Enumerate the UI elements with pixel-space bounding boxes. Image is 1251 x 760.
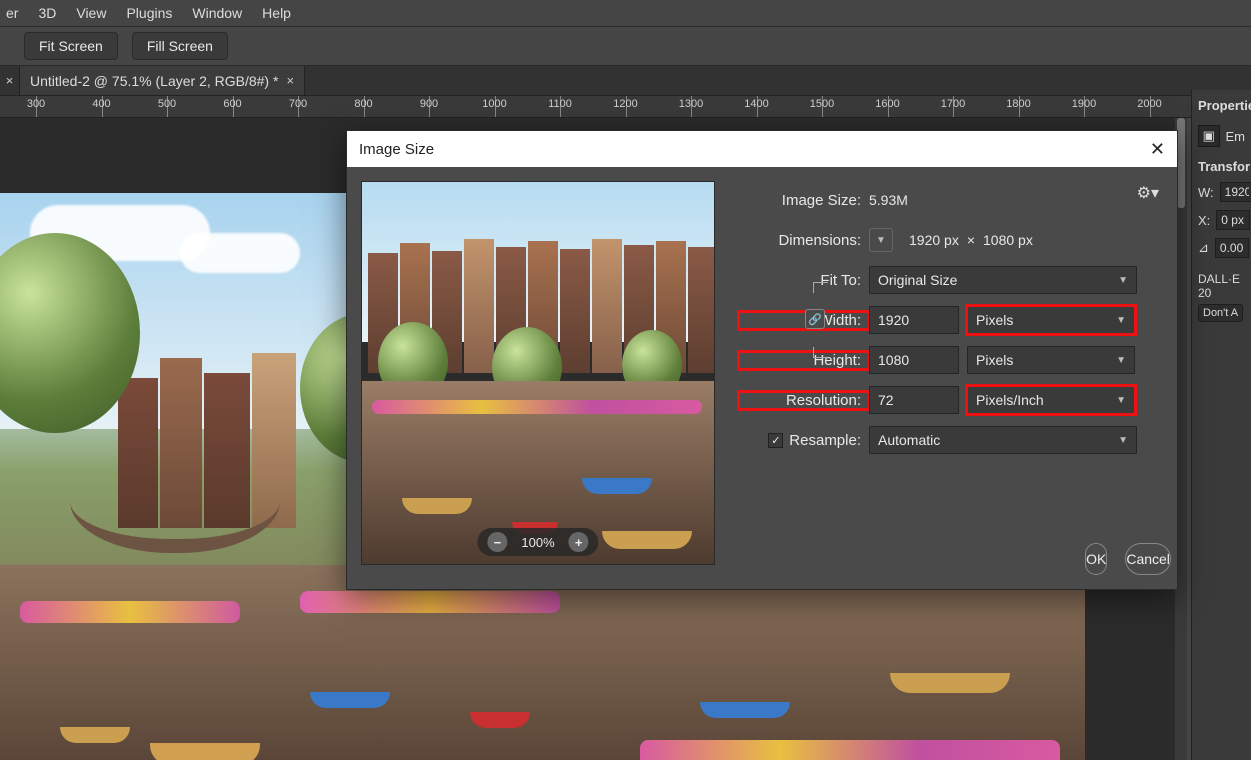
ruler-tick-label: 1300 — [679, 98, 703, 110]
document-tab[interactable]: Untitled-2 @ 75.1% (Layer 2, RGB/8#) * × — [20, 66, 305, 95]
fill-screen-button[interactable]: Fill Screen — [132, 32, 228, 60]
ruler-tick-label: 1500 — [810, 98, 834, 110]
close-icon: × — [6, 73, 14, 88]
menu-item[interactable]: er — [6, 5, 18, 21]
chevron-down-icon: ▼ — [1116, 395, 1126, 406]
dialog-title-text: Image Size — [359, 141, 434, 158]
layer-name-label: DALL·E 20 — [1198, 272, 1245, 300]
chevron-down-icon: ▼ — [1118, 435, 1128, 446]
close-icon[interactable]: ✕ — [1150, 139, 1165, 160]
angle-input[interactable] — [1215, 238, 1249, 258]
options-bar: Fit Screen Fill Screen — [0, 26, 1251, 66]
fit-to-select[interactable]: Original Size ▼ — [869, 266, 1137, 294]
menu-item-help[interactable]: Help — [262, 5, 291, 21]
resample-checkbox[interactable]: ✓ — [768, 433, 783, 448]
close-icon[interactable]: × — [286, 73, 294, 88]
scrollbar-thumb[interactable] — [1177, 118, 1185, 208]
x-input[interactable] — [1216, 210, 1250, 230]
height-input[interactable] — [869, 346, 959, 374]
image-size-form: ⚙▾ Image Size: 5.93M Dimensions: ▼ 1920 … — [729, 167, 1177, 589]
ruler-tick-label: 1700 — [941, 98, 965, 110]
ruler-tick-label: 2000 — [1137, 98, 1161, 110]
menu-item-view[interactable]: View — [76, 5, 106, 21]
document-tabs: × Untitled-2 @ 75.1% (Layer 2, RGB/8#) *… — [0, 66, 1251, 96]
dimensions-height: 1080 px — [983, 232, 1033, 248]
ruler-tick-label: 1000 — [482, 98, 506, 110]
height-unit-value: Pixels — [976, 352, 1013, 368]
gear-icon[interactable]: ⚙▾ — [1137, 183, 1159, 203]
resolution-unit-value: Pixels/Inch — [976, 392, 1044, 408]
chevron-down-icon: ▼ — [876, 235, 886, 246]
width-label: W: — [1198, 185, 1214, 200]
chevron-down-icon: ▼ — [1116, 355, 1126, 366]
prev-tab-close[interactable]: × — [0, 66, 20, 95]
menu-item-window[interactable]: Window — [192, 5, 242, 21]
cancel-button[interactable]: Cancel — [1125, 543, 1171, 575]
ruler-tick-label: 1900 — [1072, 98, 1096, 110]
ruler-tick-label: 900 — [420, 98, 438, 110]
angle-icon: ⊿ — [1198, 240, 1209, 256]
resample-value: Automatic — [878, 432, 940, 448]
zoom-level: 100% — [521, 535, 554, 550]
zoom-out-button[interactable]: − — [487, 532, 507, 552]
dimensions-label: Dimensions: — [739, 232, 869, 249]
ruler-tick-label: 1200 — [613, 98, 637, 110]
properties-panel: Propertie ▣ Em Transfor W: X: ⊿ DALL·E 2… — [1191, 90, 1251, 760]
resolution-input[interactable] — [869, 386, 959, 414]
chevron-down-icon: ▼ — [1118, 275, 1128, 286]
ruler-tick-label: 1600 — [875, 98, 899, 110]
ruler-tick-label: 500 — [158, 98, 176, 110]
properties-title: Propertie — [1198, 98, 1245, 113]
ruler-tick-label: 1800 — [1006, 98, 1030, 110]
embed-icon: ▣ — [1198, 125, 1220, 147]
resolution-label: Resolution: — [739, 392, 869, 409]
preview-thumbnail[interactable]: − 100% + — [361, 181, 715, 565]
ruler-tick-label: 300 — [27, 98, 45, 110]
ok-button[interactable]: OK — [1085, 543, 1107, 575]
width-unit-select[interactable]: Pixels ▼ — [967, 306, 1135, 334]
width-label: Width: — [739, 312, 869, 329]
menu-bar: er 3D View Plugins Window Help — [0, 0, 1251, 26]
fit-to-label: Fit To: — [739, 272, 869, 289]
x-label: X: — [1198, 213, 1210, 228]
ruler-tick-label: 400 — [92, 98, 110, 110]
chevron-down-icon: ▼ — [1116, 315, 1126, 326]
fit-screen-button[interactable]: Fit Screen — [24, 32, 118, 60]
menu-item-plugins[interactable]: Plugins — [126, 5, 172, 21]
resample-label: Resample: — [789, 432, 861, 449]
ruler-tick-label: 1100 — [548, 98, 572, 110]
constrain-proportions-toggle[interactable]: 🔗 — [805, 309, 825, 329]
height-unit-select[interactable]: Pixels ▼ — [967, 346, 1135, 374]
height-label: Height: — [739, 352, 869, 369]
resample-select[interactable]: Automatic ▼ — [869, 426, 1137, 454]
width-input[interactable] — [1220, 182, 1251, 202]
image-size-label: Image Size: — [739, 192, 869, 209]
width-unit-value: Pixels — [976, 312, 1013, 328]
dimensions-unit-toggle[interactable]: ▼ — [869, 228, 893, 252]
times-icon: × — [967, 232, 975, 248]
ruler-tick-label: 800 — [354, 98, 372, 110]
dont-button[interactable]: Don't A — [1198, 304, 1243, 322]
preview-zoom-controls: − 100% + — [477, 528, 598, 556]
embed-label: Em — [1226, 129, 1246, 144]
width-input[interactable] — [869, 306, 959, 334]
horizontal-ruler: 300 400 500 600 700 800 900 1000 1100 1200 1300 140… — [0, 96, 1251, 118]
zoom-in-button[interactable]: + — [569, 532, 589, 552]
ruler-tick-label: 700 — [289, 98, 307, 110]
document-tab-title: Untitled-2 @ 75.1% (Layer 2, RGB/8#) * — [30, 73, 278, 89]
ruler-tick-label: 1400 — [744, 98, 768, 110]
dimensions-width: 1920 px — [909, 232, 959, 248]
menu-item-3d[interactable]: 3D — [38, 5, 56, 21]
image-size-value: 5.93M — [869, 192, 1157, 208]
fit-to-value: Original Size — [878, 272, 957, 288]
dialog-titlebar[interactable]: Image Size ✕ — [347, 131, 1177, 167]
image-size-dialog: Image Size ✕ — [346, 130, 1178, 590]
resolution-unit-select[interactable]: Pixels/Inch ▼ — [967, 386, 1135, 414]
ruler-tick-label: 600 — [223, 98, 241, 110]
transform-section-title: Transfor — [1198, 159, 1245, 174]
